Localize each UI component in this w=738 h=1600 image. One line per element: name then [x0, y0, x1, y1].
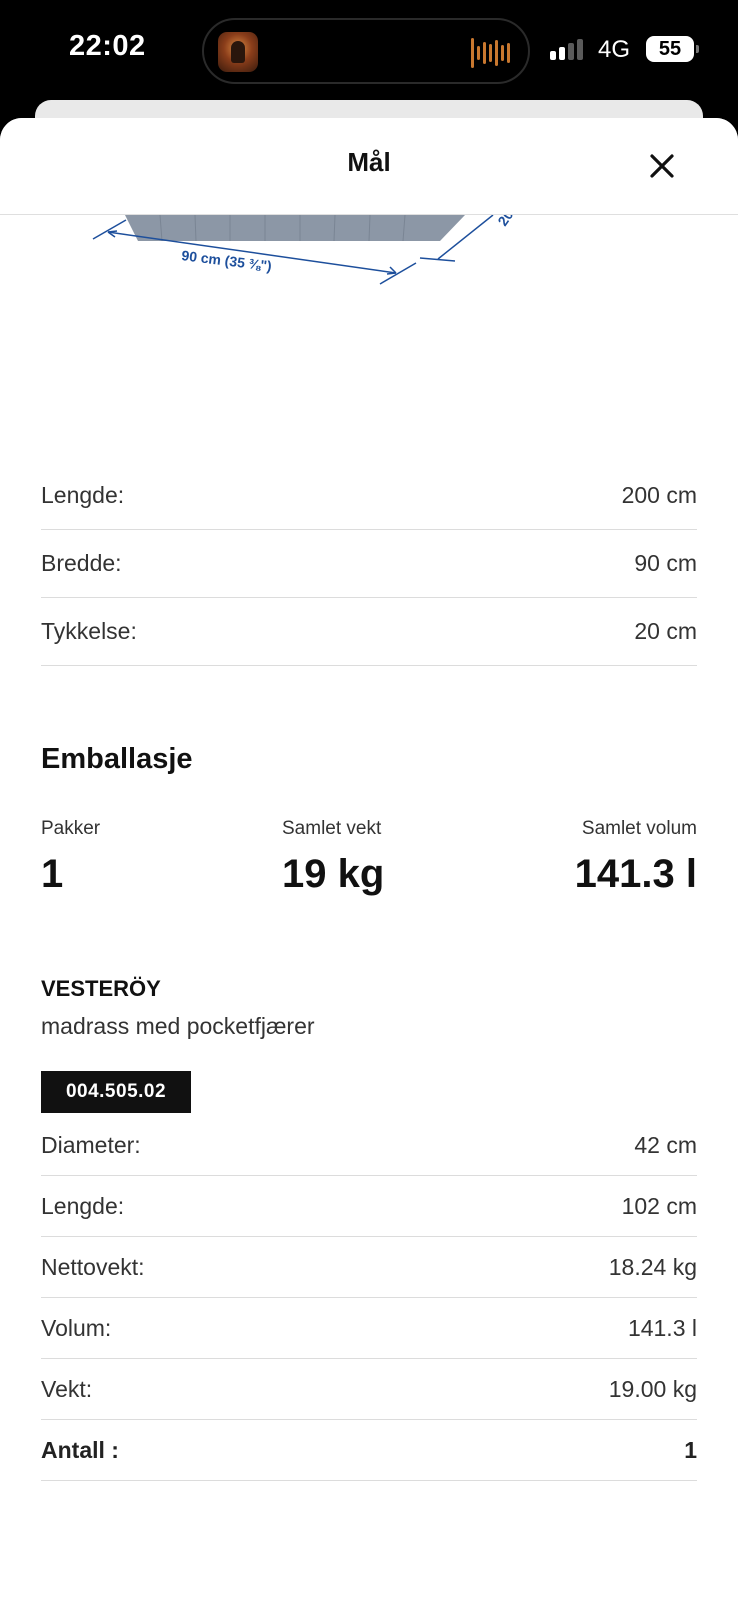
- dimensions-list: Lengde: 200 cm Bredde: 90 cm Tykkelse: 2…: [41, 462, 697, 666]
- depth-dimension-label: 20: [494, 215, 516, 229]
- row-value: 102 cm: [621, 1193, 697, 1219]
- dimensions-sheet: Mål 90 cm (35 ⅜") 20 Lengde: 200 cm Bred…: [0, 118, 738, 1600]
- total-weight-value: 19 kg: [282, 852, 385, 896]
- row-label: Lengde:: [41, 482, 125, 508]
- dimension-row-length: Lengde: 200 cm: [41, 462, 697, 530]
- total-volume-value: 141.3 l: [574, 852, 697, 896]
- status-bar: 22:02 4G 55: [0, 0, 738, 100]
- detail-row-quantity: Antall : 1: [41, 1420, 697, 1481]
- row-label: Nettovekt:: [41, 1254, 145, 1280]
- packages-stat: Pakker 1: [41, 818, 100, 897]
- total-weight-label: Samlet vekt: [282, 818, 382, 839]
- detail-row-volume: Volum: 141.3 l: [41, 1298, 697, 1359]
- row-value: 19.00 kg: [608, 1376, 697, 1402]
- total-volume-stat: Samlet volum 141.3 l: [575, 818, 697, 897]
- battery-level: 55: [658, 38, 682, 60]
- dimension-row-width: Bredde: 90 cm: [41, 530, 697, 598]
- total-volume-label: Samlet volum: [581, 818, 697, 839]
- audio-waveform-icon: [471, 37, 510, 69]
- row-label: Volum:: [41, 1315, 112, 1341]
- detail-row-net-weight: Nettovekt: 18.24 kg: [41, 1237, 697, 1298]
- close-icon: [650, 154, 674, 178]
- row-label: Vekt:: [41, 1376, 93, 1402]
- packages-label: Pakker: [41, 818, 101, 839]
- packaging-heading: Emballasje: [41, 743, 193, 775]
- detail-row-weight: Vekt: 19.00 kg: [41, 1359, 697, 1420]
- article-number-badge: 004.505.02: [41, 1071, 191, 1113]
- product-description: madrass med pocketfjærer: [41, 1013, 315, 1039]
- mattress-illustration: 90 cm (35 ⅜") 20: [0, 207, 738, 315]
- row-label: Antall :: [41, 1437, 119, 1463]
- dimension-row-thickness: Tykkelse: 20 cm: [41, 598, 697, 666]
- row-value: 20 cm: [634, 618, 697, 644]
- now-playing-artwork: [218, 32, 258, 72]
- width-dimension-label: 90 cm (35 ⅜"): [181, 247, 273, 274]
- sheet-title: Mål: [347, 147, 391, 177]
- row-value: 42 cm: [634, 1132, 697, 1158]
- dynamic-island[interactable]: [202, 18, 530, 84]
- package-details-list: Diameter: 42 cm Lengde: 102 cm Nettovekt…: [41, 1115, 697, 1481]
- battery-icon: 55: [646, 36, 699, 62]
- row-value: 18.24 kg: [608, 1254, 697, 1280]
- row-value: 200 cm: [621, 482, 697, 508]
- sheet-header: Mål: [0, 118, 738, 215]
- packages-value: 1: [41, 852, 64, 896]
- row-label: Diameter:: [41, 1132, 141, 1158]
- row-value: 90 cm: [634, 550, 697, 576]
- row-value: 141.3 l: [627, 1315, 697, 1341]
- close-button[interactable]: [644, 148, 680, 184]
- detail-row-length: Lengde: 102 cm: [41, 1176, 697, 1237]
- row-label: Tykkelse:: [41, 618, 137, 644]
- detail-row-diameter: Diameter: 42 cm: [41, 1115, 697, 1176]
- total-weight-stat: Samlet vekt 19 kg: [282, 818, 384, 897]
- mattress-image: [125, 214, 465, 242]
- status-time: 22:02: [69, 30, 146, 62]
- row-value: 1: [684, 1437, 697, 1463]
- network-type: 4G: [598, 36, 631, 63]
- row-label: Lengde:: [41, 1193, 125, 1219]
- row-label: Bredde:: [41, 550, 122, 576]
- cellular-signal-icon: [550, 38, 583, 60]
- product-name: VESTERÖY: [41, 976, 161, 1001]
